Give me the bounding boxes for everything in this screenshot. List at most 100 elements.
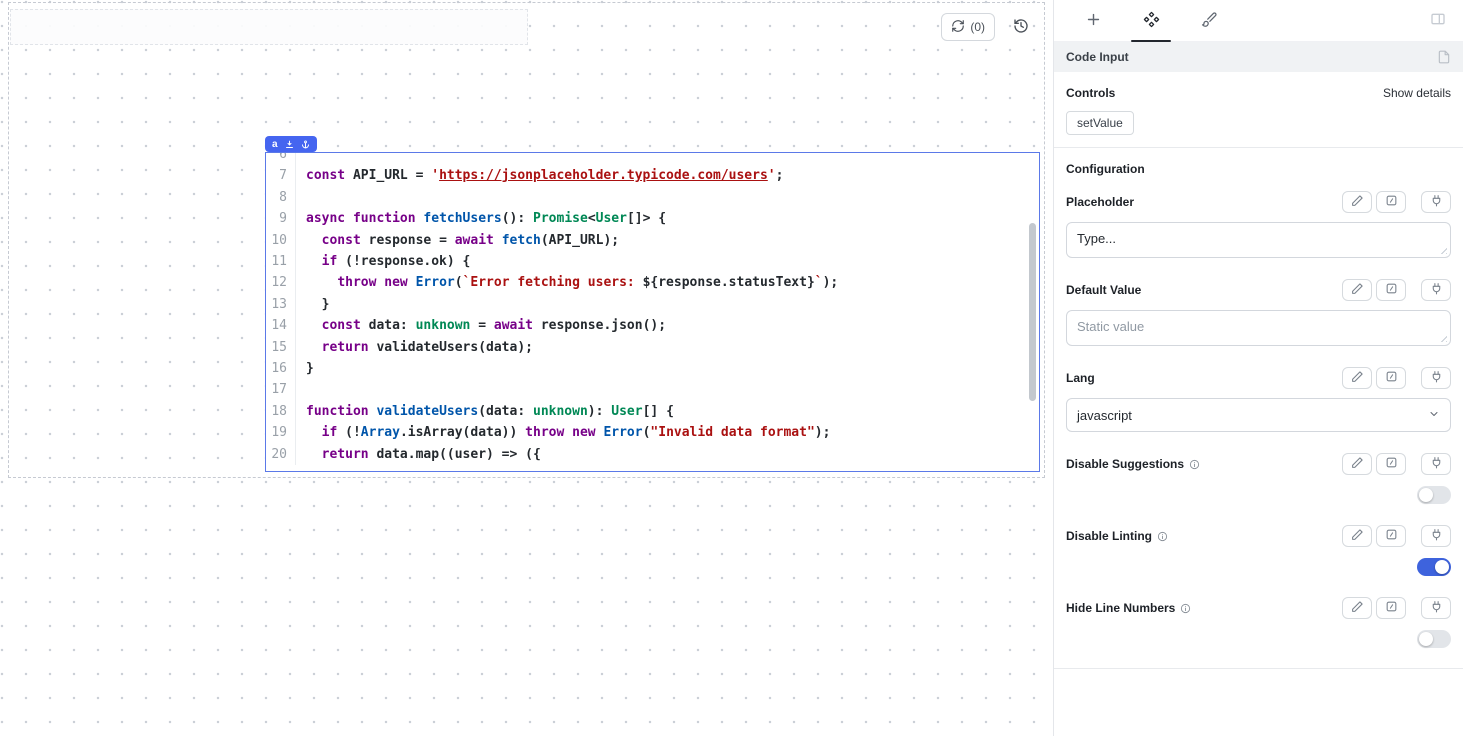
app-root: (0) a 67const API_URL = 'https://jsonpla… <box>0 0 1463 736</box>
pencil-icon <box>1351 528 1364 544</box>
configuration-section: Configuration PlaceholderType...Default … <box>1054 148 1463 668</box>
line-number: 7 <box>266 165 296 186</box>
code-text <box>296 379 306 400</box>
toggle-switch[interactable] <box>1417 558 1451 576</box>
info-icon <box>1180 603 1191 614</box>
canvas-header-slot[interactable] <box>10 9 528 45</box>
field-actions <box>1342 191 1451 213</box>
fx-toggle-button[interactable] <box>1376 191 1406 213</box>
field-actions <box>1342 453 1451 475</box>
line-number: 17 <box>266 379 296 400</box>
editor-scrollbar-thumb[interactable] <box>1029 223 1036 401</box>
right-inspector-panel: Code Input Controls Show details setValu… <box>1053 0 1463 736</box>
bind-property-button[interactable] <box>1421 367 1451 389</box>
fx-toggle-button[interactable] <box>1376 367 1406 389</box>
widget-handle[interactable]: a <box>265 136 317 152</box>
selected-widget-header: Code Input <box>1054 42 1463 72</box>
lang-select[interactable]: javascript <box>1066 398 1451 432</box>
bind-property-button[interactable] <box>1421 525 1451 547</box>
selected-widget-title: Code Input <box>1066 50 1129 64</box>
toggle-knob <box>1419 632 1433 646</box>
undo-history-button[interactable] <box>1007 13 1035 41</box>
chevron-down-icon <box>1428 408 1440 423</box>
styles-brush-icon <box>1201 11 1218 31</box>
resize-handle[interactable] <box>1439 246 1447 254</box>
canvas-toolbar: (0) <box>941 13 1035 41</box>
bind-property-button[interactable] <box>1421 191 1451 213</box>
code-text: if (!Array.isArray(data)) throw new Erro… <box>296 422 830 443</box>
fx-code-icon <box>1385 282 1398 298</box>
code-line: 11 if (!response.ok) { <box>266 251 1027 272</box>
bind-property-button[interactable] <box>1421 279 1451 301</box>
anchor-icon[interactable] <box>301 140 310 149</box>
code-line: 8 <box>266 187 1027 208</box>
toggle-knob <box>1435 560 1449 574</box>
select-value: javascript <box>1077 408 1132 423</box>
config-field-disable-linting: Disable Linting <box>1066 524 1451 576</box>
code-text <box>296 187 306 208</box>
edit-value-button[interactable] <box>1342 367 1372 389</box>
edit-value-button[interactable] <box>1342 279 1372 301</box>
fx-toggle-button[interactable] <box>1376 597 1406 619</box>
pencil-icon <box>1351 456 1364 472</box>
editor-canvas[interactable]: (0) a 67const API_URL = 'https://jsonpla… <box>0 0 1053 736</box>
field-value-input[interactable]: Static value <box>1066 310 1451 346</box>
tab-component-inspector[interactable] <box>1122 0 1180 42</box>
field-value-input[interactable]: Type... <box>1066 222 1451 258</box>
plus-icon <box>1085 11 1102 31</box>
field-label-text: Placeholder <box>1066 195 1134 209</box>
tab-add-components[interactable] <box>1064 0 1122 42</box>
edit-value-button[interactable] <box>1342 597 1372 619</box>
plug-icon <box>1430 528 1443 544</box>
fx-toggle-button[interactable] <box>1376 453 1406 475</box>
field-label-text: Disable Suggestions <box>1066 457 1184 471</box>
code-text <box>296 153 306 165</box>
info-icon <box>1157 531 1168 542</box>
code-line: 13 } <box>266 294 1027 315</box>
show-details-link[interactable]: Show details <box>1383 86 1451 100</box>
line-number: 19 <box>266 422 296 443</box>
fx-code-icon <box>1385 600 1398 616</box>
fx-toggle-button[interactable] <box>1376 525 1406 547</box>
field-actions <box>1342 367 1451 389</box>
code-line: 12 throw new Error(`Error fetching users… <box>266 272 1027 293</box>
bind-property-button[interactable] <box>1421 453 1451 475</box>
code-line: 19 if (!Array.isArray(data)) throw new E… <box>266 422 1027 443</box>
line-number: 10 <box>266 230 296 251</box>
resize-handle[interactable] <box>1439 334 1447 342</box>
code-line: 9async function fetchUsers(): Promise<Us… <box>266 208 1027 229</box>
code-input-widget[interactable]: 67const API_URL = 'https://jsonplacehold… <box>265 152 1040 472</box>
code-text: const API_URL = 'https://jsonplaceholder… <box>296 165 783 186</box>
code-text: const response = await fetch(API_URL); <box>296 230 619 251</box>
toggle-switch[interactable] <box>1417 630 1451 648</box>
pencil-icon <box>1351 370 1364 386</box>
fx-code-icon <box>1385 528 1398 544</box>
document-icon[interactable] <box>1437 50 1451 64</box>
edit-value-button[interactable] <box>1342 453 1372 475</box>
plug-icon <box>1430 370 1443 386</box>
tab-styles[interactable] <box>1180 0 1238 42</box>
field-value-text: Static value <box>1077 319 1144 334</box>
field-actions <box>1342 597 1451 619</box>
bind-property-button[interactable] <box>1421 597 1451 619</box>
edit-value-button[interactable] <box>1342 525 1372 547</box>
collapse-right-panel-button[interactable] <box>1423 6 1453 36</box>
line-number: 11 <box>266 251 296 272</box>
field-actions <box>1342 525 1451 547</box>
fx-code-icon <box>1385 194 1398 210</box>
refresh-queries-button[interactable]: (0) <box>941 13 995 41</box>
code-text: const data: unknown = await response.jso… <box>296 315 666 336</box>
field-label: Placeholder <box>1066 195 1134 209</box>
code-text: } <box>296 358 314 379</box>
control-chip[interactable]: setValue <box>1066 111 1134 135</box>
fx-toggle-button[interactable] <box>1376 279 1406 301</box>
code-editor[interactable]: 67const API_URL = 'https://jsonplacehold… <box>266 153 1027 471</box>
refresh-count-label: (0) <box>970 20 985 34</box>
align-widget-icon[interactable] <box>285 140 294 149</box>
plug-icon <box>1430 600 1443 616</box>
field-label-text: Lang <box>1066 371 1095 385</box>
edit-value-button[interactable] <box>1342 191 1372 213</box>
toggle-switch[interactable] <box>1417 486 1451 504</box>
config-field-placeholder: Placeholder Type... <box>1066 190 1451 258</box>
code-line: 15 return validateUsers(data); <box>266 337 1027 358</box>
